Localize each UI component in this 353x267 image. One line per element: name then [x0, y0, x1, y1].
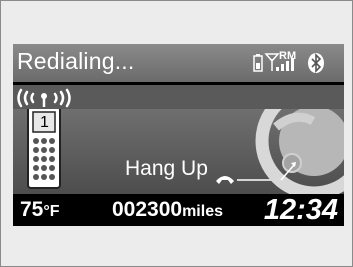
hang-up-icon — [216, 176, 234, 184]
steering-wheel-icon — [255, 109, 344, 194]
roaming-indicator: RM — [279, 50, 296, 62]
phone-battery-icon — [253, 54, 263, 72]
hang-up-label: Hang Up — [125, 157, 208, 180]
odometer: 002300miles — [112, 198, 223, 222]
call-progress-strip — [13, 85, 344, 109]
screen-title: Redialing... — [17, 48, 135, 74]
title-bar: Redialing... RM — [13, 44, 344, 82]
call-slot-number: 1 — [40, 114, 49, 131]
call-main-area: 1 Hang Up — [13, 109, 344, 194]
status-icons: RM — [250, 48, 340, 76]
clock: 12:34 — [263, 194, 338, 226]
temperature-unit: °F — [43, 203, 60, 220]
multi-information-display: Redialing... RM 1 Hang Up 75°F 002300mil… — [13, 44, 344, 226]
bluetooth-icon — [308, 53, 324, 73]
calling-waves-icon — [17, 88, 71, 108]
odometer-unit: miles — [182, 203, 223, 220]
status-footer: 75°F 002300miles 12:34 — [13, 194, 344, 226]
outside-temperature: 75°F — [20, 198, 60, 222]
odometer-value: 002300 — [112, 198, 183, 221]
temperature-value: 75 — [20, 198, 44, 221]
figure-frame: Redialing... RM 1 Hang Up 75°F 002300mil… — [0, 0, 353, 267]
